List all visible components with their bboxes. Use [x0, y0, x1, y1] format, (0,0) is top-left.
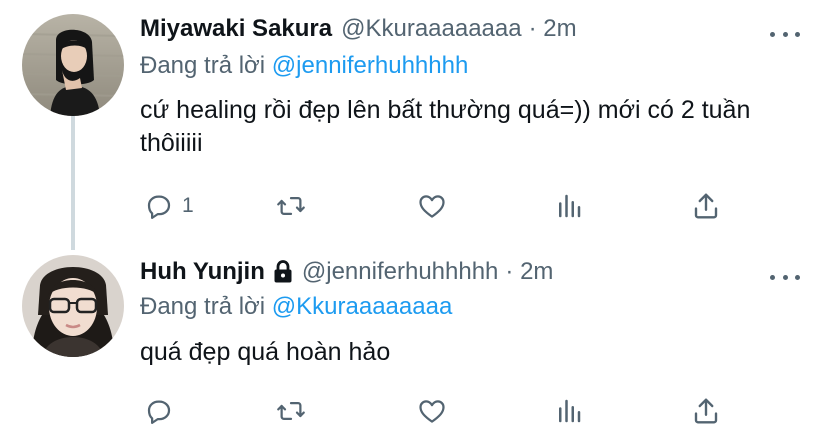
tweet-text: quá đẹp quá hoàn hảo	[140, 338, 391, 366]
retweet-icon	[277, 197, 305, 215]
like-button[interactable]	[417, 188, 447, 224]
share-icon	[694, 398, 718, 424]
reply-icon	[147, 195, 171, 219]
display-name[interactable]: Miyawaki Sakura	[140, 15, 332, 43]
share-button[interactable]	[691, 393, 721, 429]
share-button[interactable]	[691, 188, 721, 224]
like-icon	[419, 400, 445, 423]
display-name[interactable]: Huh Yunjin	[140, 258, 265, 286]
tweet[interactable]: Huh Yunjin @jenniferhuhhhhh · 2m Đang tr…	[0, 250, 828, 433]
stats-button[interactable]	[554, 188, 584, 224]
timestamp[interactable]: · 2m	[505, 258, 553, 286]
thread-line	[71, 116, 75, 250]
replying-to: Đang trả lời @jenniferhuhhhhh	[140, 52, 468, 80]
tweet-header: Miyawaki Sakura @Kkuraaaaaaaa · 2m	[140, 15, 577, 43]
tweet-header: Huh Yunjin @jenniferhuhhhhh · 2m	[140, 258, 553, 286]
replying-handle-link[interactable]: @Kkuraaaaaaaa	[272, 293, 453, 320]
like-icon	[419, 195, 445, 218]
tweet[interactable]: Miyawaki Sakura @Kkuraaaaaaaa · 2m Đang …	[0, 0, 828, 250]
tweet-text: cứ healing rồi đẹp lên bất thường quá=))…	[140, 96, 751, 157]
avatar[interactable]	[22, 255, 124, 357]
more-icon[interactable]	[770, 267, 800, 287]
tweet-actions	[140, 393, 730, 429]
reply-button[interactable]	[144, 393, 182, 429]
lock-icon	[274, 260, 292, 283]
stats-button[interactable]	[554, 393, 584, 429]
more-icon[interactable]	[770, 24, 800, 44]
reply-button[interactable]: 1	[144, 188, 194, 224]
stats-icon	[559, 194, 581, 218]
replying-label: Đang trả lời	[140, 52, 266, 79]
reply-icon	[147, 400, 171, 424]
replying-handle-link[interactable]: @jenniferhuhhhhh	[272, 52, 469, 79]
replying-label: Đang trả lời	[140, 293, 266, 320]
retweet-button[interactable]	[276, 393, 306, 429]
replying-to: Đang trả lời @Kkuraaaaaaaa	[140, 293, 452, 321]
avatar[interactable]	[22, 14, 124, 116]
retweet-button[interactable]	[276, 188, 306, 224]
timestamp[interactable]: · 2m	[529, 15, 577, 43]
tweet-actions: 1	[140, 188, 730, 224]
handle[interactable]: @Kkuraaaaaaaa	[341, 15, 522, 43]
like-button[interactable]	[417, 393, 447, 429]
handle[interactable]: @jenniferhuhhhhh	[302, 258, 499, 286]
stats-icon	[559, 399, 581, 423]
reply-count: 1	[182, 194, 194, 217]
share-icon	[694, 193, 718, 219]
retweet-icon	[277, 402, 305, 420]
